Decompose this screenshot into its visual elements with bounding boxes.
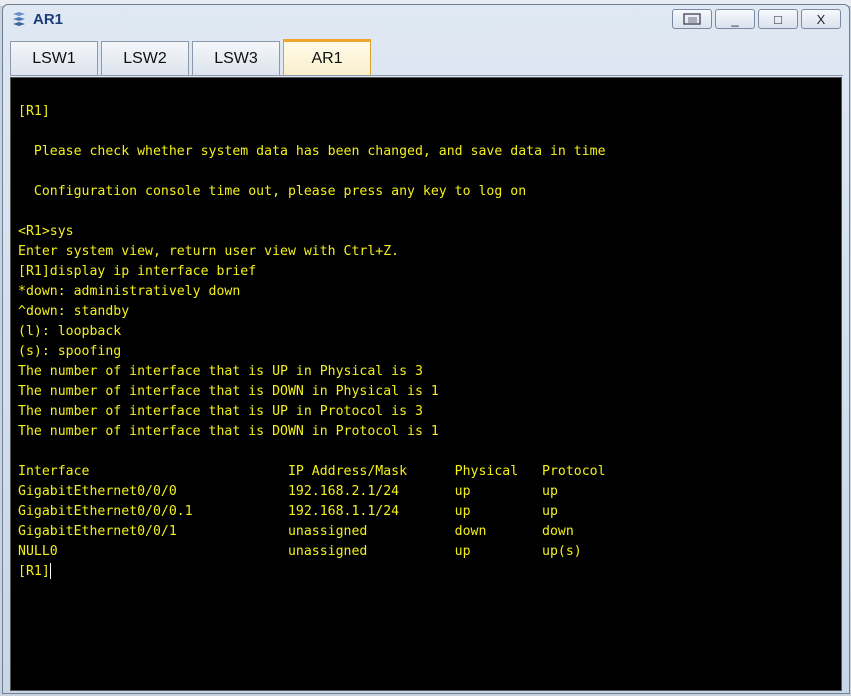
console-line: Please check whether system data has bee… <box>18 144 606 159</box>
table-header-line: Interface IP Address/Mask Physical Proto… <box>18 464 606 479</box>
prompt-line[interactable]: [R1] <box>18 562 841 582</box>
console-line: (s): spoofing <box>18 344 122 359</box>
table-row: GigabitEthernet0/0/0.1 192.168.1.1/24 up… <box>18 504 558 519</box>
maximize-button[interactable]: □ <box>758 9 798 29</box>
tab-lsw1[interactable]: LSW1 <box>10 41 98 75</box>
console-line: [R1] <box>18 104 50 119</box>
tab-lsw2[interactable]: LSW2 <box>101 41 189 75</box>
router-app-icon <box>13 12 25 26</box>
title-bar[interactable]: AR1 _ □ X <box>3 5 849 35</box>
terminal-console[interactable]: [R1] Please check whether system data ha… <box>10 77 842 691</box>
table-row: GigabitEthernet0/0/0 192.168.2.1/24 up u… <box>18 484 558 499</box>
tab-lsw3[interactable]: LSW3 <box>192 41 280 75</box>
table-row: NULL0 unassigned up up(s) <box>18 544 582 559</box>
console-line: The number of interface that is DOWN in … <box>18 424 439 439</box>
restore-icon <box>683 13 701 25</box>
tab-divider <box>10 75 843 76</box>
console-line: <R1>sys <box>18 224 74 239</box>
text-cursor <box>49 563 51 579</box>
console-line: ^down: standby <box>18 304 130 319</box>
console-line: Configuration console time out, please p… <box>18 184 527 199</box>
console-line: [R1]display ip interface brief <box>18 264 257 279</box>
console-line: Enter system view, return user view with… <box>18 244 400 259</box>
close-button[interactable]: X <box>801 9 841 29</box>
tab-ar1[interactable]: AR1 <box>283 39 371 75</box>
console-line: The number of interface that is UP in Ph… <box>18 364 423 379</box>
console-line: (l): loopback <box>18 324 122 339</box>
window-title: AR1 <box>33 11 64 28</box>
minimize-button[interactable]: _ <box>715 9 755 29</box>
console-line: The number of interface that is DOWN in … <box>18 384 439 399</box>
console-line: The number of interface that is UP in Pr… <box>18 404 423 419</box>
command-prompt: [R1] <box>18 564 50 579</box>
device-tabs: LSW1 LSW2 LSW3 AR1 <box>10 39 371 75</box>
table-row: GigabitEthernet0/0/1 unassigned down dow… <box>18 524 574 539</box>
ar1-window: AR1 _ □ X LSW1 LSW2 LSW3 AR1 [R1] Please… <box>2 4 850 694</box>
console-line: *down: administratively down <box>18 284 241 299</box>
restore-button[interactable] <box>672 9 712 29</box>
